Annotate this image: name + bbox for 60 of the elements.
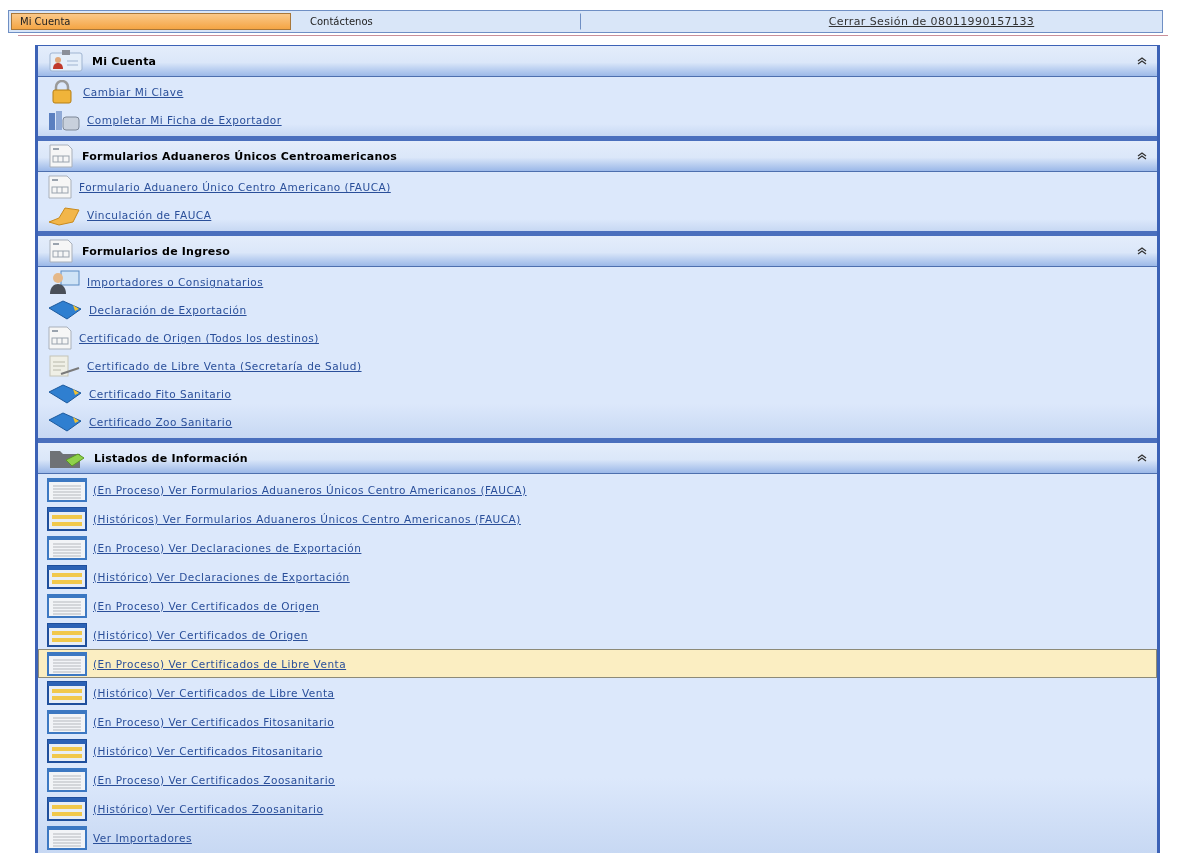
window-list-icon <box>47 709 87 734</box>
menu-item[interactable]: Ver Importadores <box>38 823 1157 852</box>
window-table-icon <box>47 564 87 589</box>
panel-header[interactable]: Mi Cuenta <box>38 46 1157 77</box>
menu-item[interactable]: Certificado de Libre Venta (Secretaría de Salud) <box>38 352 1157 380</box>
menu-item[interactable]: (Histórico) Ver Certificados de Origen <box>38 620 1157 649</box>
window-list-icon <box>47 535 87 560</box>
menu-item[interactable]: (Histórico) Ver Certificados de Libre Venta <box>38 678 1157 707</box>
panel-header[interactable]: Formularios de Ingreso <box>38 236 1157 267</box>
menu-item[interactable]: Certificado Zoo Sanitario <box>38 408 1157 436</box>
menu-item[interactable]: (Histórico) Ver Certificados Fitosanitario <box>38 736 1157 765</box>
menu-item[interactable]: (En Proceso) Ver Certificados de Libre Venta <box>38 649 1157 678</box>
panel-title: Formularios Aduaneros Únicos Centroamericanos <box>82 149 398 163</box>
form-icon <box>47 326 73 350</box>
panel-title: Mi Cuenta <box>92 54 158 68</box>
menu-item[interactable]: (En Proceso) Ver Formularios Aduaneros Únicos Centro Americanos (FAUCA) <box>38 475 1157 504</box>
panel-title: Listados de Información <box>94 451 249 465</box>
form-icon <box>47 175 73 199</box>
menu-item[interactable]: (Históricos) Ver Formularios Aduaneros Únicos Centro Americanos (FAUCA) <box>38 504 1157 533</box>
panel-title: Formularios de Ingreso <box>82 244 232 258</box>
menu-item[interactable]: Certificado Fito Sanitario <box>38 380 1157 408</box>
id-card-icon <box>48 49 84 73</box>
window-list-icon <box>47 825 87 850</box>
window-table-icon <box>47 622 87 647</box>
menu-tab[interactable]: Mi Cuenta <box>11 13 291 30</box>
menu-item[interactable]: (Histórico) Ver Declaraciones de Exportación <box>38 562 1157 591</box>
form-icon <box>48 144 74 168</box>
menu-tab[interactable]: Contáctenos <box>301 13 581 30</box>
menu-item[interactable]: (En Proceso) Ver Certificados Zoosanitario <box>38 765 1157 794</box>
form-icon <box>48 239 74 263</box>
menu-item[interactable]: (En Proceso) Ver Certificados de Origen <box>38 591 1157 620</box>
books-icon <box>47 109 81 131</box>
window-list-icon <box>47 767 87 792</box>
window-table-icon <box>47 506 87 531</box>
document-pen-icon <box>47 354 81 378</box>
collapse-icon[interactable] <box>1137 454 1147 462</box>
window-table-icon <box>47 680 87 705</box>
person-icon <box>47 269 81 295</box>
collapse-icon[interactable] <box>1137 152 1147 160</box>
collapse-icon[interactable] <box>1137 247 1147 255</box>
menu-item[interactable]: (Histórico) Ver Certificados Zoosanitario <box>38 794 1157 823</box>
window-list-icon <box>47 593 87 618</box>
collapse-icon[interactable] <box>1137 57 1147 65</box>
menu-item[interactable]: Certificado de Origen (Todos los destinos) <box>38 324 1157 352</box>
window-list-icon <box>47 477 87 502</box>
menu-item[interactable]: Formulario Aduanero Único Centro Americano (FAUCA) <box>38 173 1157 201</box>
menu-item[interactable]: Cambiar Mi Clave <box>38 78 1157 106</box>
menu-item[interactable]: (En Proceso) Ver Certificados Fitosanitario <box>38 707 1157 736</box>
window-list-icon <box>47 651 87 676</box>
menu-item[interactable]: Completar Mi Ficha de Exportador <box>38 106 1157 134</box>
menu-item[interactable]: Importadores o Consignatarios <box>38 268 1157 296</box>
panel-header[interactable]: Formularios Aduaneros Únicos Centroamericanos <box>38 141 1157 172</box>
logout-link[interactable]: Cerrar Sesión de 08011990157133 <box>828 15 1035 28</box>
menu-item[interactable]: Vinculación de FAUCA <box>38 201 1157 229</box>
ticket-icon <box>47 204 81 226</box>
menu-item[interactable]: (En Proceso) Ver Declaraciones de Exportación <box>38 533 1157 562</box>
menu-item[interactable]: Declaración de Exportación <box>38 296 1157 324</box>
window-table-icon <box>47 738 87 763</box>
panel-header[interactable]: Listados de Información <box>38 443 1157 474</box>
window-table-icon <box>47 796 87 821</box>
